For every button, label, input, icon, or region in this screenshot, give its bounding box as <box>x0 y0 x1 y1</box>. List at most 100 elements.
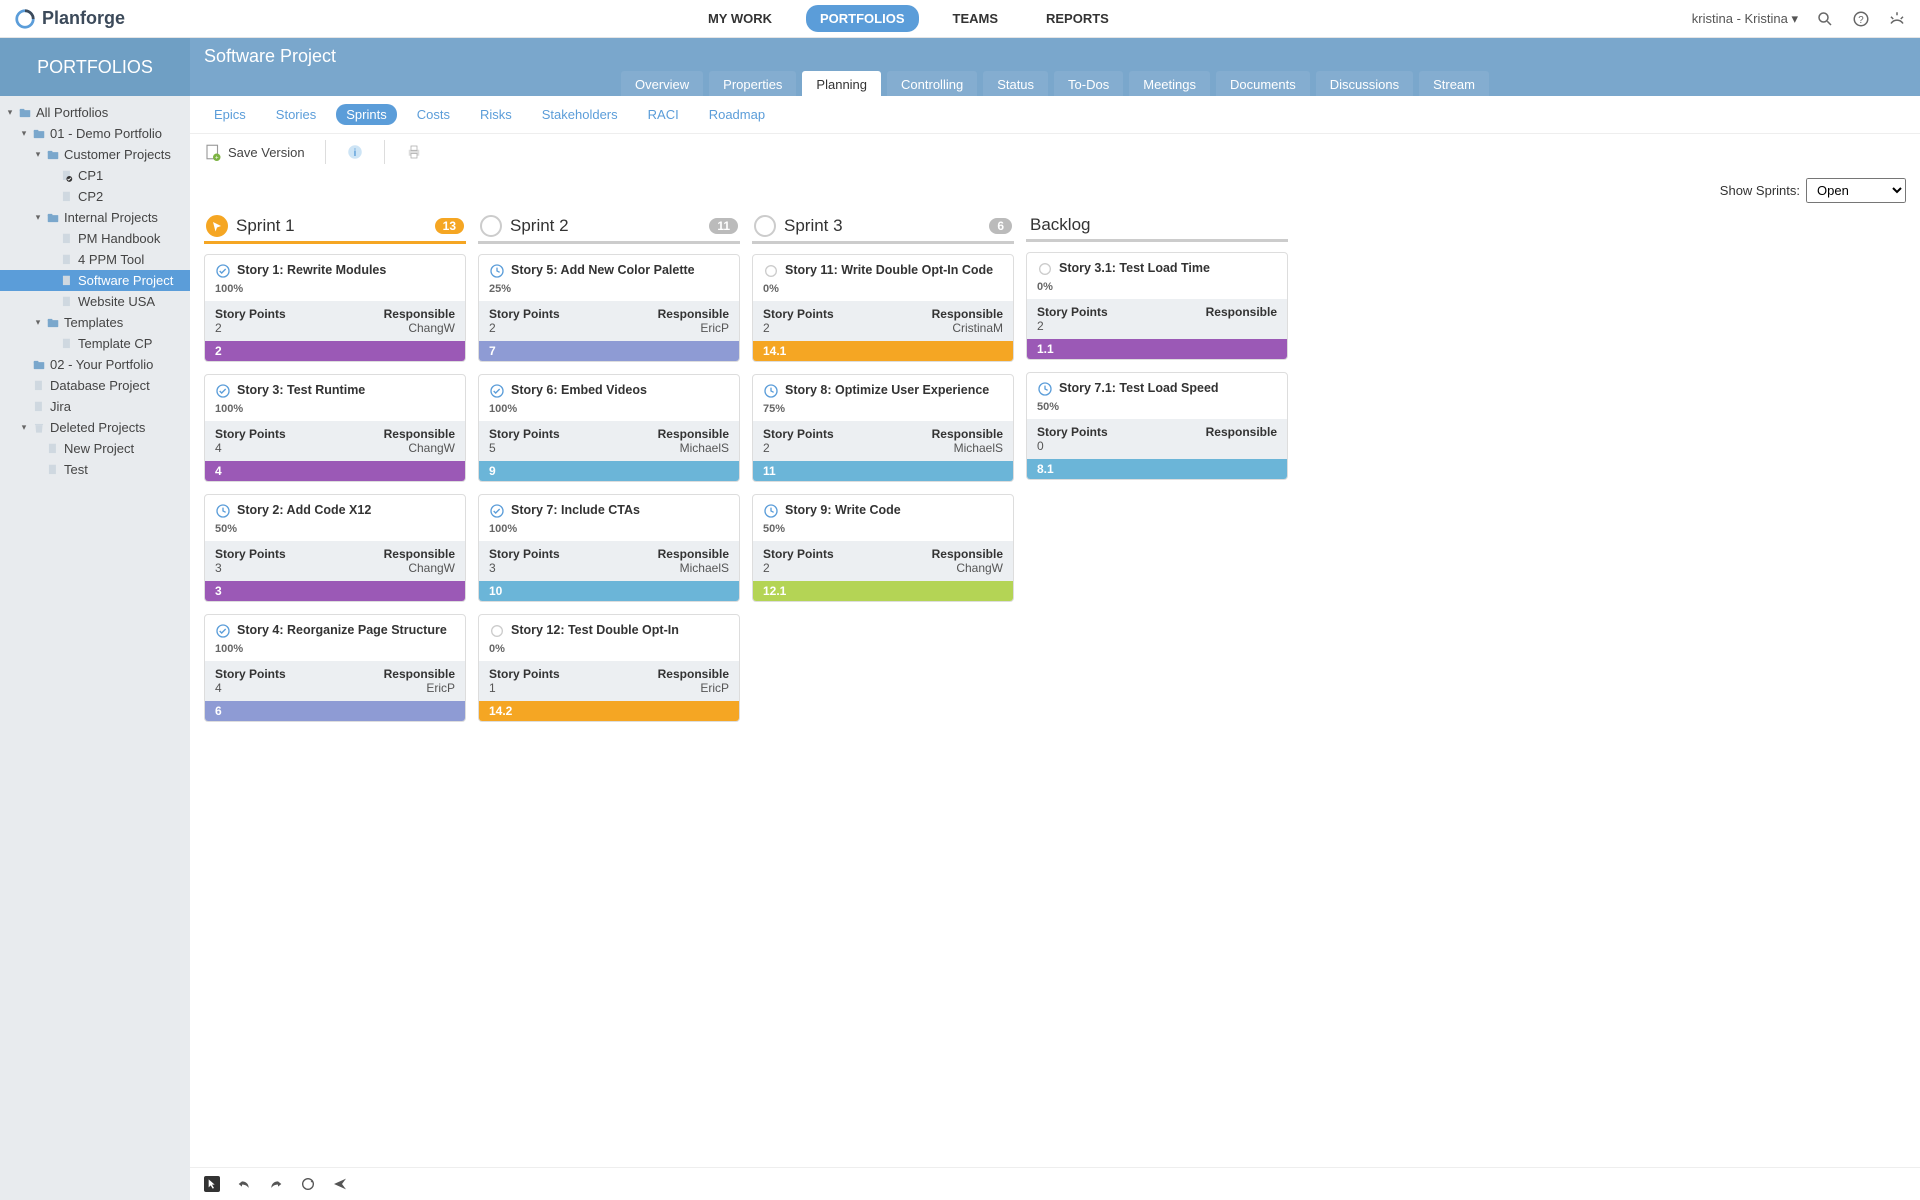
undo-icon[interactable] <box>236 1176 252 1192</box>
column-header[interactable]: Sprint 113 <box>204 211 466 244</box>
story-card[interactable]: Story 4: Reorganize Page Structure100%St… <box>204 614 466 722</box>
column-header[interactable]: Backlog <box>1026 211 1288 242</box>
main-tabs: OverviewPropertiesPlanningControllingSta… <box>190 67 1920 98</box>
story-card[interactable]: Story 9: Write Code50%Story Points2Respo… <box>752 494 1014 602</box>
story-card[interactable]: Story 2: Add Code X1250%Story Points3Res… <box>204 494 466 602</box>
subtab-raci[interactable]: RACI <box>638 104 689 125</box>
progress-icon <box>215 503 231 519</box>
tab-stream[interactable]: Stream <box>1419 71 1489 98</box>
story-card[interactable]: Story 5: Add New Color Palette25%Story P… <box>478 254 740 362</box>
brand-label: Planforge <box>42 8 125 29</box>
refresh-icon[interactable] <box>300 1176 316 1192</box>
sprint-column: Sprint 113 Story 1: Rewrite Modules100%St… <box>204 211 466 1159</box>
svg-text:+: + <box>215 156 219 162</box>
subtab-stories[interactable]: Stories <box>266 104 326 125</box>
todo-icon <box>763 263 779 279</box>
done-icon <box>215 383 231 399</box>
print-icon[interactable] <box>405 143 423 161</box>
tab-overview[interactable]: Overview <box>621 71 703 98</box>
tree-item[interactable]: ▾Deleted Projects <box>0 417 190 438</box>
story-card[interactable]: Story 3.1: Test Load Time0%Story Points2… <box>1026 252 1288 360</box>
story-card[interactable]: Story 7.1: Test Load Speed50%Story Point… <box>1026 372 1288 480</box>
redo-icon[interactable] <box>268 1176 284 1192</box>
sprint-status-icon <box>754 215 776 237</box>
tab-status[interactable]: Status <box>983 71 1048 98</box>
tree-item[interactable]: Website USA <box>0 291 190 312</box>
section-title: PORTFOLIOS <box>0 38 190 96</box>
main-content: Epics Stories Sprints Costs Risks Stakeholder… <box>190 96 1920 1200</box>
done-icon <box>489 383 505 399</box>
subtab-stakeholders[interactable]: Stakeholders <box>532 104 628 125</box>
tree-item[interactable]: 02 - Your Portfolio <box>0 354 190 375</box>
tree-item[interactable]: ▾All Portfolios <box>0 102 190 123</box>
tree-item[interactable]: Template CP <box>0 333 190 354</box>
tab-discussions[interactable]: Discussions <box>1316 71 1413 98</box>
tree-item[interactable]: Database Project <box>0 375 190 396</box>
info-icon[interactable]: i <box>346 143 364 161</box>
svg-text:?: ? <box>1858 14 1864 25</box>
tree-item[interactable]: Test <box>0 459 190 480</box>
topnav-reports[interactable]: REPORTS <box>1032 5 1123 32</box>
subtab-sprints[interactable]: Sprints <box>336 104 396 125</box>
show-sprints-select[interactable]: Open <box>1806 178 1906 203</box>
tree-item[interactable]: New Project <box>0 438 190 459</box>
tab-properties[interactable]: Properties <box>709 71 796 98</box>
subtab-costs[interactable]: Costs <box>407 104 460 125</box>
tab-to-dos[interactable]: To-Dos <box>1054 71 1123 98</box>
column-header[interactable]: Sprint 211 <box>478 211 740 244</box>
tree-item[interactable]: Software Project <box>0 270 190 291</box>
todo-icon <box>489 623 505 639</box>
tree-item[interactable]: ▾Internal Projects <box>0 207 190 228</box>
portfolio-tree: ▾All Portfolios▾01 - Demo Portfolio▾Cust… <box>0 102 190 480</box>
tree-item[interactable]: ▾Templates <box>0 312 190 333</box>
story-card[interactable]: Story 12: Test Double Opt-In0%Story Poin… <box>478 614 740 722</box>
search-icon[interactable] <box>1816 10 1834 28</box>
column-header[interactable]: Sprint 36 <box>752 211 1014 244</box>
progress-icon <box>763 503 779 519</box>
subtab-risks[interactable]: Risks <box>470 104 522 125</box>
topnav-teams[interactable]: TEAMS <box>939 5 1013 32</box>
done-icon <box>215 623 231 639</box>
sprint-status-icon <box>480 215 502 237</box>
story-card[interactable]: Story 1: Rewrite Modules100%Story Points… <box>204 254 466 362</box>
help-icon[interactable]: ? <box>1852 10 1870 28</box>
tree-item[interactable]: CP2 <box>0 186 190 207</box>
send-icon[interactable] <box>332 1176 348 1192</box>
tab-planning[interactable]: Planning <box>802 71 881 98</box>
count-badge: 13 <box>435 218 464 234</box>
logo[interactable]: Planforge <box>14 8 125 30</box>
story-card[interactable]: Story 6: Embed Videos100%Story Points5Re… <box>478 374 740 482</box>
sprint-column: Backlog Story 3.1: Test Load Time0%Story … <box>1026 211 1288 1159</box>
logo-icon <box>14 8 36 30</box>
story-card[interactable]: Story 7: Include CTAs100%Story Points3Re… <box>478 494 740 602</box>
filter-row: Show Sprints: Open <box>190 174 1920 211</box>
progress-icon <box>489 263 505 279</box>
tab-documents[interactable]: Documents <box>1216 71 1310 98</box>
tree-item[interactable]: ▾Customer Projects <box>0 144 190 165</box>
save-version-button[interactable]: + Save Version <box>204 143 305 161</box>
sprint-status-icon <box>206 215 228 237</box>
tree-item[interactable]: CP1 <box>0 165 190 186</box>
done-icon <box>489 503 505 519</box>
tree-item[interactable]: ▾01 - Demo Portfolio <box>0 123 190 144</box>
pointer-icon[interactable] <box>204 1176 220 1192</box>
story-card[interactable]: Story 11: Write Double Opt-In Code0%Stor… <box>752 254 1014 362</box>
topnav-my-work[interactable]: MY WORK <box>694 5 786 32</box>
tree-item[interactable]: Jira <box>0 396 190 417</box>
tree-item[interactable]: PM Handbook <box>0 228 190 249</box>
tree-item[interactable]: 4 PPM Tool <box>0 249 190 270</box>
subtabs: Epics Stories Sprints Costs Risks Stakeholder… <box>190 96 1920 134</box>
top-right: kristina - Kristina ▾ ? <box>1692 10 1906 28</box>
subtab-roadmap[interactable]: Roadmap <box>699 104 775 125</box>
settings-icon[interactable] <box>1888 10 1906 28</box>
topnav-portfolios[interactable]: PORTFOLIOS <box>806 5 919 32</box>
story-card[interactable]: Story 3: Test Runtime100%Story Points4Re… <box>204 374 466 482</box>
tab-meetings[interactable]: Meetings <box>1129 71 1210 98</box>
separator <box>325 140 326 164</box>
toolbar: + Save Version i <box>190 134 1920 174</box>
tab-controlling[interactable]: Controlling <box>887 71 977 98</box>
subtab-epics[interactable]: Epics <box>204 104 256 125</box>
user-menu[interactable]: kristina - Kristina ▾ <box>1692 11 1798 27</box>
story-card[interactable]: Story 8: Optimize User Experience75%Stor… <box>752 374 1014 482</box>
sprint-board: Sprint 113 Story 1: Rewrite Modules100%St… <box>190 211 1920 1167</box>
